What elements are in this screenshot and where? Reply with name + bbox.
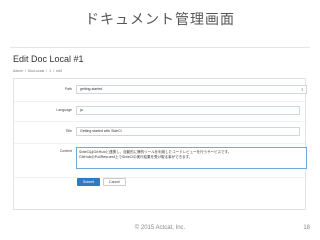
slide-title: ドキュメント管理画面 [85, 12, 235, 28]
breadcrumb-separator: / [46, 69, 48, 73]
title-label: Title [65, 129, 72, 133]
path-value: getting-started [80, 87, 103, 91]
breadcrumb-separator: / [53, 69, 55, 73]
path-row: Path getting-started ⇕ [14, 79, 307, 102]
breadcrumb-separator: / [24, 69, 26, 73]
content-textarea[interactable] [76, 147, 307, 169]
title-row: Title Getting started with SideCI [14, 121, 305, 144]
path-label: Path [64, 87, 72, 91]
breadcrumb-id[interactable]: 1 [49, 69, 51, 73]
breadcrumb-edit: edit [56, 69, 62, 73]
language-label: Language [56, 108, 72, 112]
chevron-updown-icon: ⇕ [300, 87, 304, 92]
cancel-button[interactable]: Cancel [103, 178, 126, 186]
edit-form-panel: Path getting-started ⇕ Language ja Title… [13, 78, 307, 210]
title-input[interactable]: Getting started with SideCI [76, 127, 300, 136]
admin-app: Edit Doc Local #1 Admin / DocLocals / 1 … [10, 47, 310, 210]
path-select[interactable]: getting-started ⇕ [76, 85, 307, 94]
breadcrumb-admin[interactable]: Admin [13, 69, 23, 73]
language-row: Language ja [14, 101, 305, 122]
content-row: Content [14, 143, 307, 178]
breadcrumb: Admin / DocLocals / 1 / edit [13, 69, 63, 73]
page-number: 18 [303, 225, 310, 231]
language-input[interactable]: ja [76, 106, 300, 115]
content-label: Content [59, 149, 72, 153]
copyright: © 2015 Actcat, Inc. [134, 225, 186, 231]
page-title: Edit Doc Local #1 [13, 54, 84, 64]
submit-button[interactable]: Submit [77, 178, 100, 186]
breadcrumb-doclocals[interactable]: DocLocals [28, 69, 44, 73]
